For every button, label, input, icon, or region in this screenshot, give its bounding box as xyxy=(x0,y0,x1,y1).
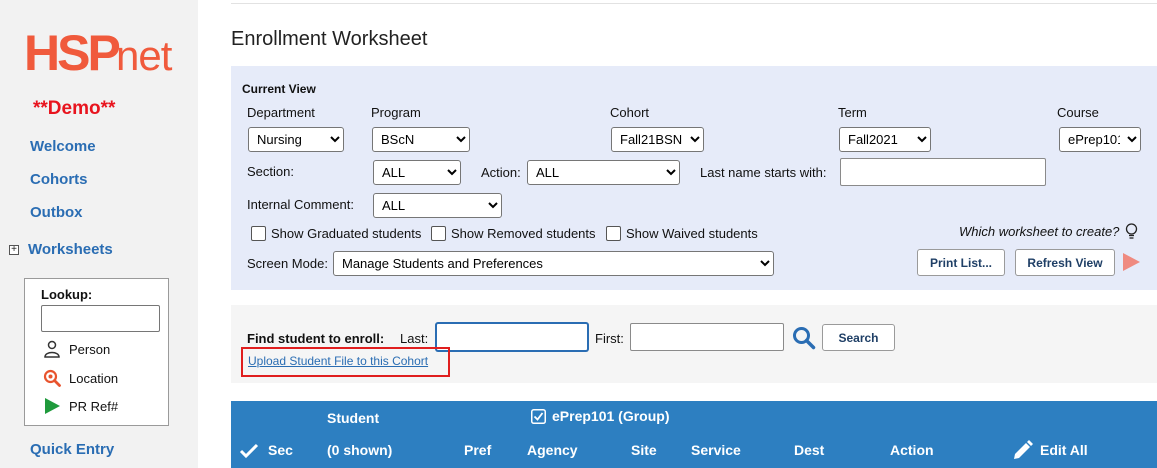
location-search-icon xyxy=(43,369,61,387)
demo-badge: **Demo** xyxy=(33,98,116,119)
person-icon xyxy=(44,340,60,358)
nav-cohorts[interactable]: Cohorts xyxy=(30,171,88,188)
print-list-button[interactable]: Print List... xyxy=(917,249,1005,276)
screen-mode-label: Screen Mode: xyxy=(247,256,328,271)
internal-comment-label: Internal Comment: xyxy=(247,197,354,212)
nav-welcome[interactable]: Welcome xyxy=(30,138,96,155)
lookup-pr-ref[interactable]: PR Ref# xyxy=(43,397,118,415)
search-icon[interactable] xyxy=(792,326,816,350)
lookup-label: Lookup: xyxy=(41,287,93,302)
student-table-header: Student ePrep101 (Group) Sec (0 shown) P… xyxy=(231,401,1157,468)
internal-comment-select[interactable]: ALL xyxy=(373,193,502,218)
worksheet-question-text: Which worksheet to create? xyxy=(959,224,1120,239)
nav-worksheets[interactable]: Worksheets xyxy=(28,241,113,258)
find-first-input[interactable] xyxy=(630,323,784,351)
site-column-header: Site xyxy=(631,442,657,458)
checkbox-icon[interactable] xyxy=(606,226,621,241)
edit-all-label: Edit All xyxy=(1040,442,1088,458)
course-label: Course xyxy=(1057,105,1099,120)
find-last-input[interactable] xyxy=(436,323,588,351)
action-column-header: Action xyxy=(890,442,934,458)
play-icon xyxy=(45,398,60,414)
page-title: Enrollment Worksheet xyxy=(231,28,428,50)
nav-outbox[interactable]: Outbox xyxy=(30,204,83,221)
dest-column-header: Dest xyxy=(794,442,825,458)
action-label: Action: xyxy=(481,165,521,180)
course-group-label: ePrep101 (Group) xyxy=(552,408,670,424)
show-graduated-label: Show Graduated students xyxy=(271,226,422,241)
screen-mode-select[interactable]: Manage Students and Preferences xyxy=(333,251,774,276)
worksheet-question[interactable]: Which worksheet to create? xyxy=(959,223,1138,240)
agency-column-header: Agency xyxy=(527,442,578,458)
first-label: First: xyxy=(595,331,624,346)
lookup-panel: Lookup: Person Location PR Ref# xyxy=(24,278,169,426)
course-group-header[interactable]: ePrep101 (Group) xyxy=(531,408,669,424)
show-waived-label: Show Waived students xyxy=(626,226,758,241)
checkbox-icon[interactable] xyxy=(431,226,446,241)
section-label: Section: xyxy=(247,164,294,179)
find-student-section: Find student to enroll: Last: First: Sea… xyxy=(231,305,1157,383)
program-select[interactable]: BScN xyxy=(372,127,470,152)
lookup-person[interactable]: Person xyxy=(43,340,110,358)
lightbulb-icon[interactable] xyxy=(1125,223,1138,240)
current-view-panel: Current View Department Nursing Program … xyxy=(231,66,1157,290)
term-label: Term xyxy=(838,105,867,120)
department-label: Department xyxy=(247,105,315,120)
term-select[interactable]: Fall2021 xyxy=(839,127,931,152)
refresh-view-button[interactable]: Refresh View xyxy=(1015,249,1115,276)
check-icon[interactable] xyxy=(239,442,259,460)
lookup-location-label: Location xyxy=(69,370,119,386)
pref-column-header: Pref xyxy=(464,442,492,458)
lookup-person-label: Person xyxy=(69,341,111,357)
svg-text:net: net xyxy=(116,32,173,79)
current-view-heading: Current View xyxy=(242,82,316,96)
show-graduated-checkbox[interactable]: Show Graduated students xyxy=(251,226,421,241)
lookup-location[interactable]: Location xyxy=(43,369,118,387)
sidebar: HSP net **Demo** Welcome Cohorts Outbox … xyxy=(0,0,198,468)
find-student-label: Find student to enroll: xyxy=(247,331,385,346)
section-select[interactable]: ALL xyxy=(373,160,461,185)
last-name-input[interactable] xyxy=(840,158,1046,186)
show-removed-checkbox[interactable]: Show Removed students xyxy=(431,226,596,241)
show-waived-checkbox[interactable]: Show Waived students xyxy=(606,226,758,241)
student-column-header: Student xyxy=(327,410,380,426)
cohort-select[interactable]: Fall21BSN xyxy=(611,127,704,152)
last-label: Last: xyxy=(400,331,429,346)
lookup-pr-ref-label: PR Ref# xyxy=(69,398,119,414)
service-column-header: Service xyxy=(691,442,741,458)
action-select[interactable]: ALL xyxy=(527,160,680,185)
course-select[interactable]: ePrep101 xyxy=(1059,127,1141,152)
checkbox-icon[interactable] xyxy=(251,226,266,241)
top-divider xyxy=(231,3,1157,4)
lookup-input[interactable] xyxy=(41,305,160,332)
shown-count: (0 shown) xyxy=(327,442,393,458)
cohort-label: Cohort xyxy=(610,105,650,120)
upload-student-file-link[interactable]: Upload Student File to this Cohort xyxy=(248,354,428,368)
expand-icon[interactable]: + xyxy=(9,245,19,255)
search-button[interactable]: Search xyxy=(822,324,895,351)
hspnet-logo: HSP net xyxy=(24,25,174,80)
sec-column-header: Sec xyxy=(268,442,293,458)
department-select[interactable]: Nursing xyxy=(248,127,344,152)
program-label: Program xyxy=(371,105,421,120)
svg-text:HSP: HSP xyxy=(24,25,119,80)
nav-quick-entry[interactable]: Quick Entry xyxy=(30,441,114,458)
checkbox-checked-icon[interactable] xyxy=(531,408,546,424)
play-icon[interactable] xyxy=(1122,252,1141,272)
pencil-icon xyxy=(1014,440,1033,459)
show-removed-label: Show Removed students xyxy=(451,226,596,241)
edit-all-button[interactable]: Edit All xyxy=(1012,439,1088,461)
last-name-label: Last name starts with: xyxy=(700,165,827,180)
